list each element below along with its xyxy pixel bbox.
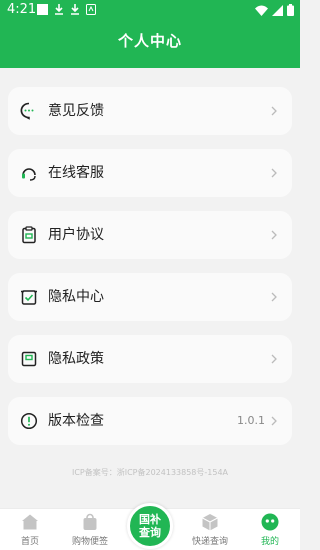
subsidy-query-label-1: 国补 xyxy=(139,513,161,526)
menu-label-version-check: 版本检查 xyxy=(48,413,104,429)
download-icon-2 xyxy=(71,4,79,15)
download-icon xyxy=(55,4,63,15)
menu-label-privacy-policy: 隐私政策 xyxy=(48,351,104,367)
menu-item-online-service[interactable]: 在线客服 xyxy=(8,149,292,197)
menu-item-version-check[interactable]: 版本检查 1.0.1 xyxy=(8,397,292,445)
tab-label-express-query: 快递查询 xyxy=(191,537,228,547)
chevron-right-icon xyxy=(271,292,277,302)
tab-express-query[interactable]: 快递查询 xyxy=(180,509,240,550)
chevron-right-icon xyxy=(271,168,277,178)
status-bar: 4:21 xyxy=(0,0,300,22)
header-bar: 4:21 个人中心 xyxy=(0,0,300,68)
app-notification-icon xyxy=(86,4,96,15)
battery-icon xyxy=(287,4,294,16)
menu-label-online-service: 在线客服 xyxy=(48,165,104,181)
icp-record: ICP备案号：浙ICP备2024133858号-154A xyxy=(71,468,229,477)
tab-label-shopping-note: 购物便签 xyxy=(71,537,108,547)
headset-icon xyxy=(22,168,36,181)
smiley-face-icon xyxy=(261,513,279,531)
feedback-icon xyxy=(20,102,34,120)
signal-icon xyxy=(272,4,283,16)
menu-item-user-agreement[interactable]: 用户协议 xyxy=(8,211,292,259)
chevron-right-icon xyxy=(271,106,277,116)
tab-mine[interactable]: 我的 xyxy=(240,509,300,550)
menu-item-feedback[interactable]: 意见反馈 xyxy=(8,87,292,135)
home-icon xyxy=(22,514,38,530)
menu-label-feedback: 意见反馈 xyxy=(48,103,104,119)
chevron-right-icon xyxy=(271,416,277,426)
tab-home[interactable]: 首页 xyxy=(0,509,60,550)
menu-label-privacy-center: 隐私中心 xyxy=(48,289,104,305)
chevron-right-icon xyxy=(271,230,277,240)
chevron-right-icon xyxy=(271,354,277,364)
clipboard-icon xyxy=(22,226,36,244)
wifi-icon xyxy=(255,5,268,16)
info-icon xyxy=(20,412,38,430)
menu-item-privacy-policy[interactable]: 隐私政策 xyxy=(8,335,292,383)
page-title: 个人中心 xyxy=(117,32,182,50)
tab-shopping-note[interactable]: 购物便签 xyxy=(60,509,120,550)
status-time: 4:21 xyxy=(7,2,37,17)
subsidy-query-button[interactable]: 国补 查询 xyxy=(127,503,173,549)
version-number: 1.0.1 xyxy=(237,414,265,427)
tab-label-mine: 我的 xyxy=(260,537,279,547)
subsidy-query-label-2: 查询 xyxy=(139,526,161,539)
shield-check-icon xyxy=(21,290,37,305)
tab-label-home: 首页 xyxy=(20,537,39,547)
document-icon xyxy=(21,351,37,367)
package-box-icon xyxy=(202,514,218,531)
menu-item-privacy-center[interactable]: 隐私中心 xyxy=(8,273,292,321)
shopping-bag-icon xyxy=(83,513,97,530)
menu-label-user-agreement: 用户协议 xyxy=(48,227,104,243)
notification-square-icon xyxy=(37,4,48,15)
